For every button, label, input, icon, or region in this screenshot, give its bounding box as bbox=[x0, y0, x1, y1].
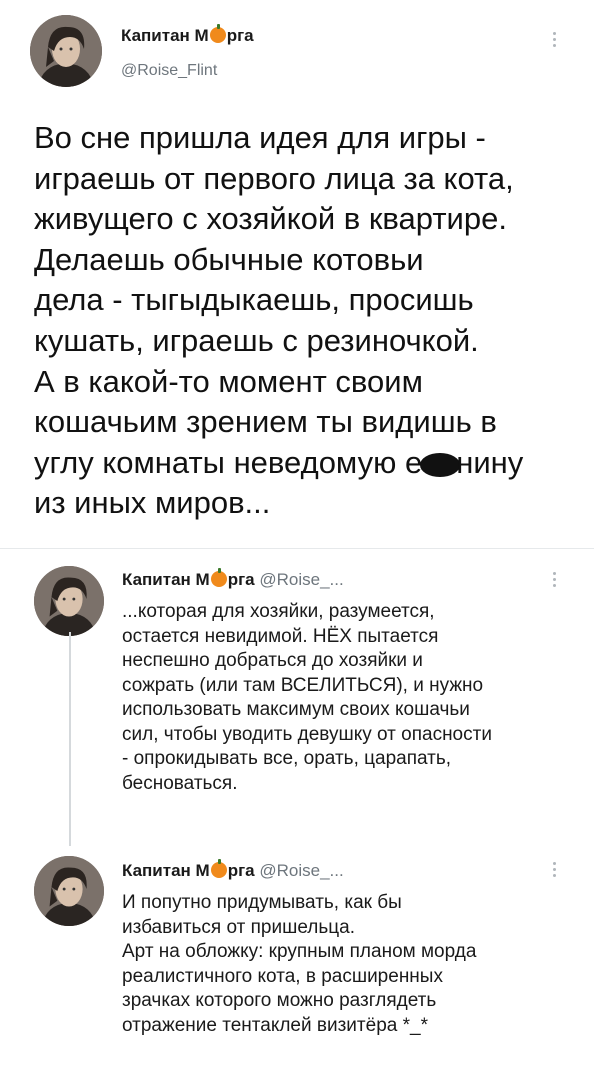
tweet-text-line: Во сне пришла идея для игры - bbox=[34, 120, 486, 155]
more-options-icon[interactable] bbox=[553, 32, 557, 50]
tweet-text-part: углу комнаты неведомую е bbox=[34, 444, 423, 480]
more-options-icon[interactable] bbox=[553, 572, 557, 590]
author-name-part: Капитан М bbox=[122, 570, 210, 589]
reply-text-line: зрачках которого можно разглядеть bbox=[122, 990, 437, 1011]
reply-text-line: Арт на обложку: крупным планом морда bbox=[122, 941, 477, 962]
author-name-part: рга bbox=[226, 26, 254, 45]
reply-text-line: использовать максимум своих кошачьи bbox=[122, 699, 470, 720]
avatar-image bbox=[34, 856, 104, 926]
reply-text: ...которая для хозяйки, разумеется, оста… bbox=[122, 600, 492, 796]
avatar-reply-2[interactable] bbox=[34, 856, 104, 926]
tweet-text-line: играешь от первого лица за кота, bbox=[34, 160, 514, 196]
reply-text-line: бесноваться. bbox=[122, 772, 238, 794]
tweet-text-line: живущего с хозяйкой в квартире. bbox=[34, 201, 507, 237]
author-name[interactable]: Капитан М рга @Roise_... bbox=[122, 568, 344, 590]
more-options-icon[interactable] bbox=[553, 862, 557, 880]
author-handle: @Roise_... bbox=[259, 570, 344, 589]
tweet-text-line: из иных миров... bbox=[34, 485, 271, 521]
avatar-image bbox=[34, 566, 104, 636]
avatar-main[interactable] bbox=[30, 15, 102, 87]
censor-blot bbox=[420, 452, 461, 477]
author-handle: @Roise_... bbox=[259, 861, 344, 880]
tweet-text-line: кошачьим зрением ты видишь в bbox=[34, 404, 497, 440]
reply-text-line: ...которая для хозяйки, разумеется, bbox=[122, 601, 435, 622]
author-handle[interactable]: @Roise_Flint bbox=[121, 62, 217, 80]
author-name[interactable]: Капитан М рга bbox=[121, 24, 254, 46]
reply-text-line: неспешно добраться до хозяйки и bbox=[122, 650, 423, 671]
tweet-text-line: углу комнаты неведомую е нину bbox=[34, 443, 582, 484]
tweet-text-line: дела - тыгыдыкаешь, просишь bbox=[34, 282, 474, 318]
avatar-reply-1[interactable] bbox=[34, 566, 104, 636]
author-name-part: рга bbox=[227, 570, 255, 589]
thread-connector-line bbox=[69, 632, 71, 846]
pumpkin-emoji-icon bbox=[210, 859, 227, 878]
author-name[interactable]: Капитан М рга @Roise_... bbox=[122, 859, 344, 881]
reply-text: И попутно придумывать, как бы избавиться… bbox=[122, 891, 476, 1038]
reply-text-line: избавиться от пришельца. bbox=[122, 916, 355, 938]
reply-text-line: реалистичного кота, в расширенных bbox=[122, 965, 443, 987]
reply-text-line: И попутно придумывать, как бы bbox=[122, 892, 402, 913]
author-name-part: Капитан М bbox=[122, 861, 210, 880]
author-name-part: Капитан М bbox=[121, 26, 209, 45]
reply-text-line: - опрокидывать все, орать, царапать, bbox=[122, 748, 452, 769]
pumpkin-emoji-icon bbox=[209, 24, 226, 43]
pumpkin-emoji-icon bbox=[210, 568, 227, 587]
tweet-text-part: нину bbox=[456, 444, 524, 480]
author-name-part: рга bbox=[227, 861, 255, 880]
tweet-text: Во сне пришла идея для игры - играешь от… bbox=[34, 118, 582, 524]
tweet-text-line: Делаешь обычные котовьи bbox=[34, 241, 424, 277]
divider bbox=[0, 548, 594, 549]
avatar-image bbox=[30, 15, 102, 87]
reply-text-line: сил, чтобы уводить девушку от опасности bbox=[122, 723, 492, 745]
reply-text-line: сожрать (или там ВСЕЛИТЬСЯ), и нужно bbox=[122, 674, 484, 696]
tweet-text-line: кушать, играешь с резиночкой. bbox=[34, 322, 479, 358]
reply-text-line: остается невидимой. НЁХ пытается bbox=[122, 625, 439, 647]
reply-text-line: отражение тентаклей визитёра *_* bbox=[122, 1014, 428, 1036]
tweet-text-line: А в какой-то момент своим bbox=[34, 363, 423, 399]
